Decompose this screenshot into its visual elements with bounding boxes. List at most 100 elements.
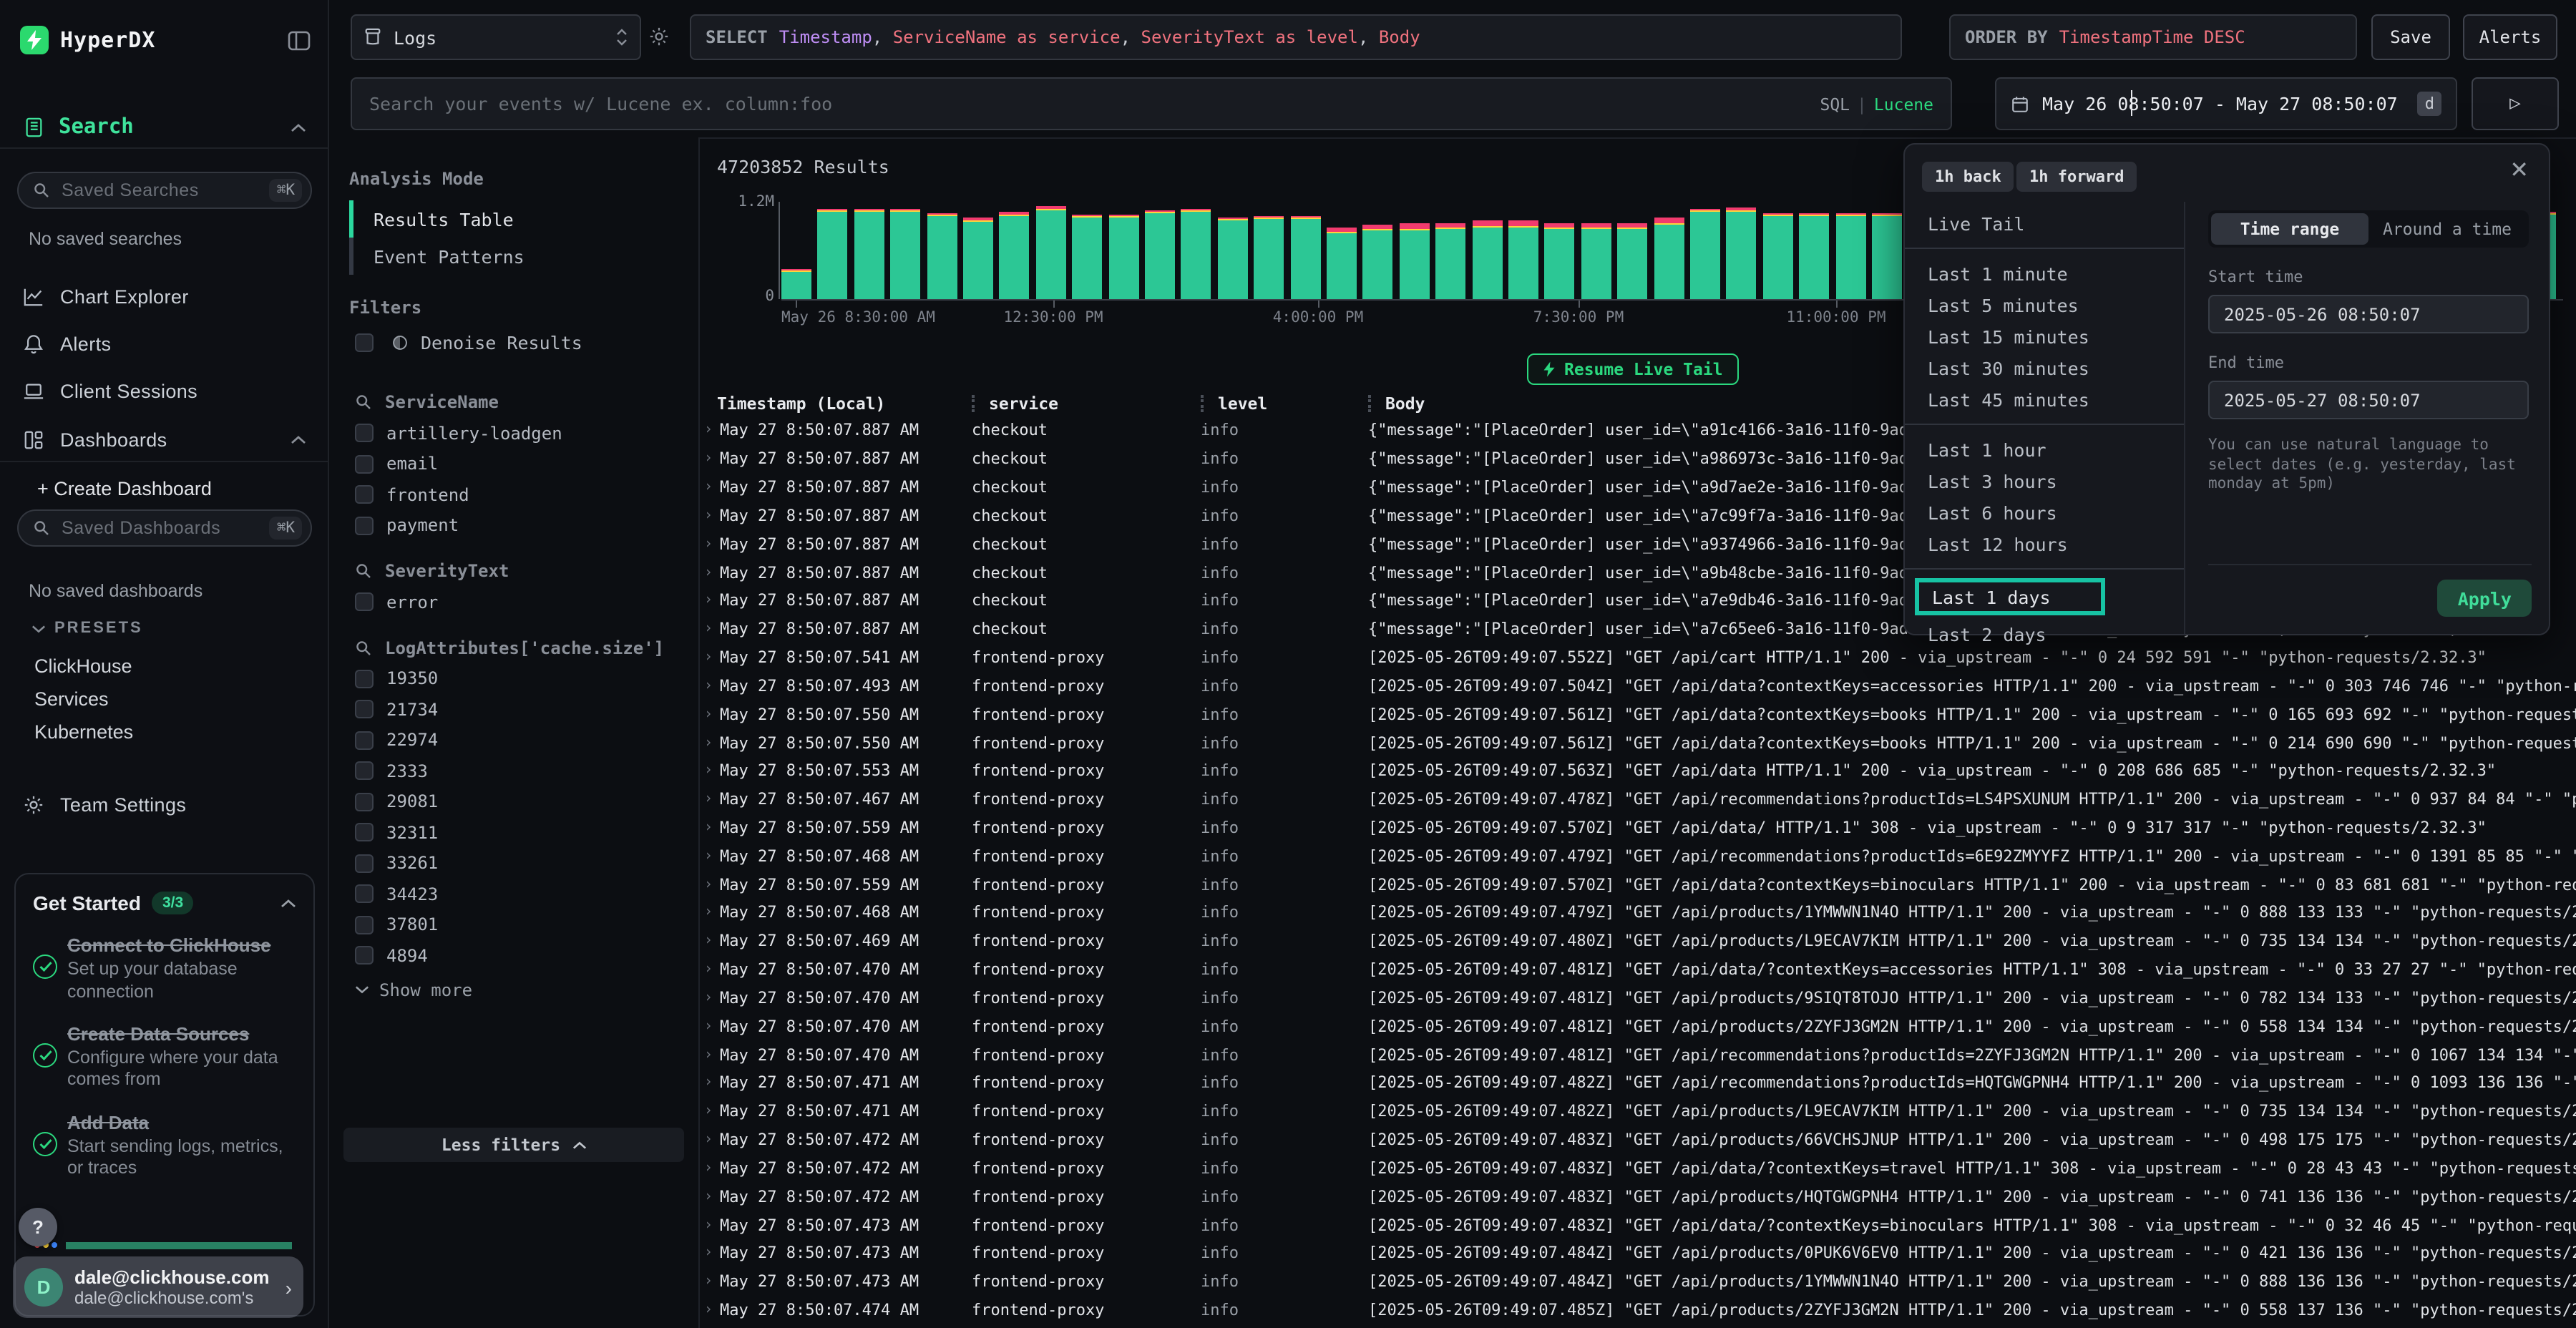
presets-toggle[interactable]: PRESETS (31, 620, 143, 637)
table-row[interactable]: ›May 27 8:50:07.469 AMfrontend-proxyinfo… (700, 927, 2576, 956)
expand-row-icon[interactable]: › (700, 905, 720, 921)
select-clause-input[interactable]: SELECTTimestamp, ServiceName as service,… (690, 14, 1902, 60)
sidebar-item-chart-explorer[interactable]: Chart Explorer (0, 278, 329, 316)
histogram-bar[interactable] (781, 270, 811, 299)
time-option-last-1-days[interactable]: Last 1 days (1915, 578, 2105, 615)
lucene-toggle[interactable]: Lucene (1874, 94, 1933, 114)
apply-button[interactable]: Apply (2438, 580, 2532, 617)
histogram-bar[interactable] (854, 210, 884, 300)
histogram-bar[interactable] (927, 213, 957, 299)
close-icon[interactable]: ✕ (2509, 156, 2529, 185)
date-range-input[interactable]: May 26 08:50:07 - May 27 08:50:07 d (1995, 77, 2457, 130)
expand-row-icon[interactable]: › (700, 621, 720, 637)
expand-row-icon[interactable]: › (700, 791, 720, 807)
checkbox[interactable] (355, 424, 374, 443)
column-header-level[interactable]: level (1201, 389, 1368, 416)
checkbox[interactable] (355, 333, 374, 352)
help-button[interactable]: ? (19, 1208, 57, 1246)
expand-row-icon[interactable]: › (700, 763, 720, 779)
saved-dashboards-input[interactable]: Saved Dashboards ⌘K (17, 509, 312, 547)
preset-item-services[interactable]: Services (34, 688, 109, 710)
expand-row-icon[interactable]: › (700, 593, 720, 609)
filter-option[interactable]: email (355, 449, 678, 479)
time-option-last-1-minute[interactable]: Last 1 minute (1905, 258, 2184, 289)
column-header-timestamp-local-[interactable]: Timestamp (Local) (700, 389, 972, 416)
expand-row-icon[interactable]: › (700, 451, 720, 467)
histogram-bar[interactable] (1036, 207, 1066, 299)
filter-option[interactable]: 29081 (355, 786, 678, 817)
histogram-bar[interactable] (1000, 212, 1030, 299)
checkbox[interactable] (355, 670, 374, 688)
chevron-up-icon[interactable] (291, 435, 306, 445)
table-row[interactable]: ›May 27 8:50:07.470 AMfrontend-proxyinfo… (700, 1012, 2576, 1041)
table-row[interactable]: ›May 27 8:50:07.559 AMfrontend-proxyinfo… (700, 871, 2576, 899)
order-by-input[interactable]: ORDER BY TimestampTime DESC (1949, 14, 2357, 60)
time-option-last-15-minutes[interactable]: Last 15 minutes (1905, 321, 2184, 352)
sidebar-item-search[interactable]: Search (0, 109, 329, 146)
table-row[interactable]: ›May 27 8:50:07.473 AMfrontend-proxyinfo… (700, 1239, 2576, 1268)
expand-row-icon[interactable]: › (700, 650, 720, 665)
expand-row-icon[interactable]: › (700, 508, 720, 524)
checkbox[interactable] (355, 517, 374, 535)
save-button[interactable]: Save (2371, 14, 2450, 60)
expand-row-icon[interactable]: › (700, 565, 720, 580)
time-option-last-30-minutes[interactable]: Last 30 minutes (1905, 352, 2184, 384)
search-input[interactable]: Search your events w/ Lucene ex. column:… (351, 77, 1952, 130)
sidebar-collapse-icon[interactable] (288, 29, 311, 51)
sidebar-item-team-settings[interactable]: Team Settings (0, 786, 329, 824)
tab-around-a-time[interactable]: Around a time (2368, 213, 2526, 245)
checkbox[interactable] (355, 793, 374, 811)
table-row[interactable]: ›May 27 8:50:07.473 AMfrontend-proxyinfo… (700, 1211, 2576, 1239)
checkbox[interactable] (355, 854, 374, 873)
expand-row-icon[interactable]: › (700, 1217, 720, 1233)
histogram-bar[interactable] (1400, 224, 1430, 299)
histogram-bar[interactable] (1181, 209, 1211, 299)
histogram-bar[interactable] (963, 218, 993, 299)
table-row[interactable]: ›May 27 8:50:07.470 AMfrontend-proxyinfo… (700, 984, 2576, 1012)
saved-searches-input[interactable]: Saved Searches ⌘K (17, 172, 312, 209)
expand-row-icon[interactable]: › (700, 735, 720, 751)
expand-row-icon[interactable]: › (700, 934, 720, 949)
checkbox[interactable] (355, 731, 374, 750)
time-option-last-1-hour[interactable]: Last 1 hour (1905, 434, 2184, 465)
checkbox[interactable] (355, 885, 374, 904)
expand-row-icon[interactable]: › (700, 877, 720, 892)
expand-row-icon[interactable]: › (700, 479, 720, 495)
expand-row-icon[interactable]: › (700, 1189, 720, 1205)
histogram-bar[interactable] (1545, 223, 1575, 299)
get-started-item[interactable]: Add DataStart sending logs, metrics, or … (33, 1111, 296, 1180)
table-row[interactable]: ›May 27 8:50:07.472 AMfrontend-proxyinfo… (700, 1154, 2576, 1183)
histogram-bar[interactable] (1145, 210, 1175, 299)
histogram-bar[interactable] (818, 208, 848, 299)
column-resize-handle[interactable] (972, 394, 975, 411)
expand-row-icon[interactable]: › (700, 1302, 720, 1318)
expand-row-icon[interactable]: › (700, 849, 720, 864)
time-option-last-2-days[interactable]: Last 2 days (1905, 618, 2184, 650)
time-option-live-tail[interactable]: Live Tail (1905, 208, 2184, 239)
expand-row-icon[interactable]: › (700, 1246, 720, 1261)
histogram-bar[interactable] (1872, 213, 1902, 299)
table-row[interactable]: ›May 27 8:50:07.468 AMfrontend-proxyinfo… (700, 842, 2576, 871)
histogram-bar[interactable] (1435, 223, 1465, 299)
run-query-button[interactable]: ▷ (2472, 77, 2559, 130)
filter-option[interactable]: artillery-loadgen (355, 418, 678, 449)
histogram-bar[interactable] (1581, 223, 1611, 299)
filter-option[interactable]: error (355, 587, 678, 617)
expand-row-icon[interactable]: › (700, 820, 720, 836)
expand-row-icon[interactable]: › (700, 423, 720, 439)
time-option-last-45-minutes[interactable]: Last 45 minutes (1905, 384, 2184, 415)
create-dashboard-button[interactable]: + Create Dashboard (37, 478, 212, 499)
end-time-input[interactable]: 2025-05-27 08:50:07 (2208, 381, 2529, 419)
checkbox[interactable] (355, 700, 374, 719)
one-hour-back-button[interactable]: 1h back (1922, 162, 2014, 192)
filter-option[interactable]: 32311 (355, 817, 678, 848)
filter-option[interactable]: 37801 (355, 909, 678, 940)
preset-item-kubernetes[interactable]: Kubernetes (34, 721, 133, 743)
histogram-bar[interactable] (1763, 213, 1793, 299)
histogram-bar[interactable] (1254, 217, 1284, 299)
table-row[interactable]: ›May 27 8:50:07.553 AMfrontend-proxyinfo… (700, 757, 2576, 786)
histogram-bar[interactable] (1363, 224, 1393, 299)
user-card[interactable]: D dale@clickhouse.com dale@clickhouse.co… (13, 1256, 303, 1318)
filter-option[interactable]: 21734 (355, 694, 678, 725)
denoise-results-checkbox[interactable]: Denoise Results (355, 332, 582, 353)
